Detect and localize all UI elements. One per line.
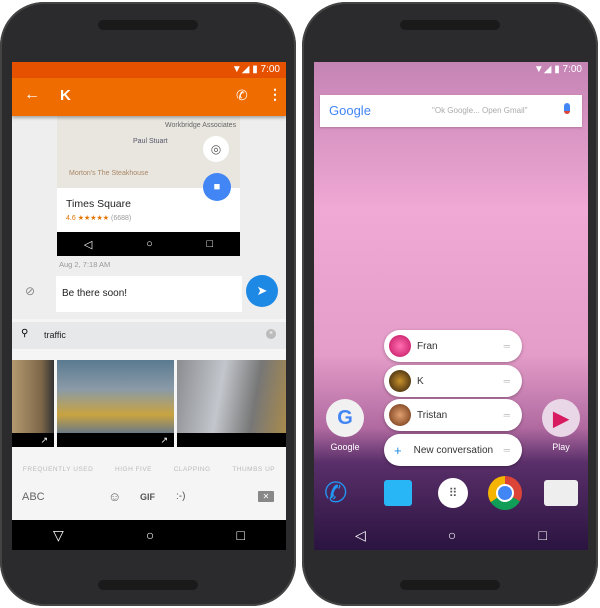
shortcut-fran[interactable]: Fran ═ [384, 330, 522, 362]
camera-app-icon[interactable] [544, 480, 578, 506]
emoticon-key[interactable]: :-) [176, 491, 185, 502]
avatar [389, 370, 411, 392]
search-icon: ⚲ [21, 328, 29, 339]
gif-key[interactable]: GIF [140, 492, 155, 502]
navigation-bar: ◁ ○ □ [314, 520, 588, 550]
review-count: (6688) [111, 215, 132, 222]
keyboard: ⚲ traffic × ↗ ↗ FREQUENTLY USED HIGH FIVE… [12, 319, 286, 520]
shortcut-tristan[interactable]: Tristan ═ [384, 399, 522, 431]
shortcut-label: Fran [417, 340, 438, 352]
phone-right: ▼◢ ▮ 7:00 Google "Ok Google... Open Gmai… [302, 2, 598, 606]
category-tab[interactable]: HIGH FIVE [115, 466, 152, 473]
gif-search-bar[interactable]: ⚲ traffic × [12, 322, 286, 349]
card-nav-bar: ◁ ○ □ [57, 232, 240, 256]
signal-battery-icons: ▼◢ ▮ [533, 64, 563, 75]
place-name: Times Square [66, 198, 131, 210]
gif-result[interactable] [177, 360, 286, 447]
category-tab[interactable]: FREQUENTLY USED [23, 466, 93, 473]
home-icon[interactable]: ○ [146, 527, 154, 543]
map-label: Morton's The Steakhouse [69, 170, 149, 177]
signal-battery-icons: ▼◢ ▮ [231, 64, 261, 75]
my-location-button[interactable]: ◎ [203, 136, 229, 162]
speaker-bottom [98, 580, 198, 590]
messenger-app-icon[interactable] [384, 480, 412, 506]
phone-call-icon[interactable]: ✆ [236, 87, 248, 104]
google-search-bar[interactable]: Google "Ok Google... Open Gmail" [320, 95, 582, 127]
clear-search-icon[interactable]: × [266, 329, 276, 339]
contact-name: K [60, 87, 71, 104]
map-label: Workbridge Associates [165, 122, 237, 129]
open-external-icon[interactable]: ↗ [160, 435, 168, 446]
speaker-bottom [400, 580, 500, 590]
app-label: Google [330, 442, 360, 452]
rating-value: 4.6 [66, 215, 76, 222]
phone-left: ▼◢ ▮ 7:00 ← K ✆ ⋮ Workbridge Associates … [0, 2, 296, 606]
category-tab[interactable]: CLAPPING [174, 466, 211, 473]
message-timestamp: Aug 2, 7:18 AM [59, 260, 111, 269]
emoji-icon[interactable]: ☺ [108, 489, 121, 504]
microphone-icon[interactable] [564, 103, 570, 114]
open-external-icon[interactable]: ↗ [40, 435, 48, 446]
back-icon[interactable]: ◁ [355, 527, 366, 544]
shortcut-label: Tristan [417, 409, 448, 421]
recents-icon[interactable]: □ [236, 527, 244, 543]
drag-handle-icon[interactable]: ═ [504, 410, 510, 420]
avatar [389, 404, 411, 426]
place-rating: 4.6 ★★★★★ (6688) [66, 214, 131, 222]
recents-icon: □ [206, 238, 214, 250]
status-bar: ▼◢ ▮ 7:00 [314, 62, 588, 78]
home-icon[interactable]: ○ [448, 527, 456, 543]
back-icon: ◁ [83, 238, 93, 251]
navigation-bar: ▽ ○ □ [12, 520, 286, 550]
back-arrow-icon[interactable]: ← [24, 86, 40, 104]
search-hint: "Ok Google... Open Gmail" [432, 106, 528, 115]
back-icon[interactable]: ▽ [53, 527, 64, 544]
launcher-screen: ▼◢ ▮ 7:00 Google "Ok Google... Open Gmai… [314, 62, 588, 550]
transit-button[interactable]: ■ [203, 173, 231, 201]
speaker-top [98, 20, 198, 30]
shortcut-label: K [417, 375, 424, 387]
avatar [389, 335, 411, 357]
status-bar: ▼◢ ▮ 7:00 [12, 62, 286, 78]
app-label: Play [552, 442, 570, 452]
drag-handle-icon[interactable]: ═ [504, 341, 510, 351]
gif-result[interactable]: ↗ [57, 360, 174, 447]
google-app-icon[interactable]: G [326, 399, 364, 437]
gif-search-query: traffic [44, 330, 66, 340]
plus-icon: + [394, 442, 402, 458]
send-button[interactable]: ➤ [246, 275, 278, 307]
status-time: 7:00 [562, 64, 582, 75]
phone-app-icon[interactable]: ✆ [324, 476, 347, 509]
map-card[interactable]: Workbridge Associates Paul Stuart Morton… [57, 116, 240, 256]
abc-key[interactable]: ABC [22, 491, 45, 503]
play-app-icon[interactable]: ▶ [542, 399, 580, 437]
rating-stars: ★★★★★ [77, 215, 110, 222]
gif-categories: FREQUENTLY USED HIGH FIVE CLAPPING THUMBS U… [12, 466, 286, 473]
more-options-icon[interactable]: ⋮ [268, 86, 282, 103]
drag-handle-icon[interactable]: ═ [504, 445, 510, 455]
google-logo: Google [329, 103, 371, 118]
dock: ✆ ⠿ [314, 474, 588, 514]
backspace-icon[interactable]: ✕ [258, 491, 274, 502]
recents-icon[interactable]: □ [538, 527, 546, 543]
attach-icon[interactable]: ⊘ [25, 284, 35, 298]
message-draft: Be there soon! [62, 288, 128, 299]
chrome-app-icon[interactable] [488, 476, 522, 510]
home-icon: ○ [146, 238, 153, 250]
map-label: Paul Stuart [133, 138, 168, 145]
shortcut-label: New conversation [413, 444, 494, 456]
gif-result[interactable]: ↗ [12, 360, 54, 447]
app-drawer-icon[interactable]: ⠿ [438, 478, 468, 508]
category-tab[interactable]: THUMBS UP [232, 466, 275, 473]
drag-handle-icon[interactable]: ═ [504, 376, 510, 386]
speaker-top [400, 20, 500, 30]
message-input[interactable]: Be there soon! [56, 276, 242, 312]
shortcut-new-conversation[interactable]: + New conversation ═ [384, 434, 522, 466]
messenger-screen: ▼◢ ▮ 7:00 ← K ✆ ⋮ Workbridge Associates … [12, 62, 286, 550]
shortcut-k[interactable]: K ═ [384, 365, 522, 397]
status-time: 7:00 [260, 64, 280, 75]
app-toolbar: ← K ✆ ⋮ [12, 78, 286, 116]
